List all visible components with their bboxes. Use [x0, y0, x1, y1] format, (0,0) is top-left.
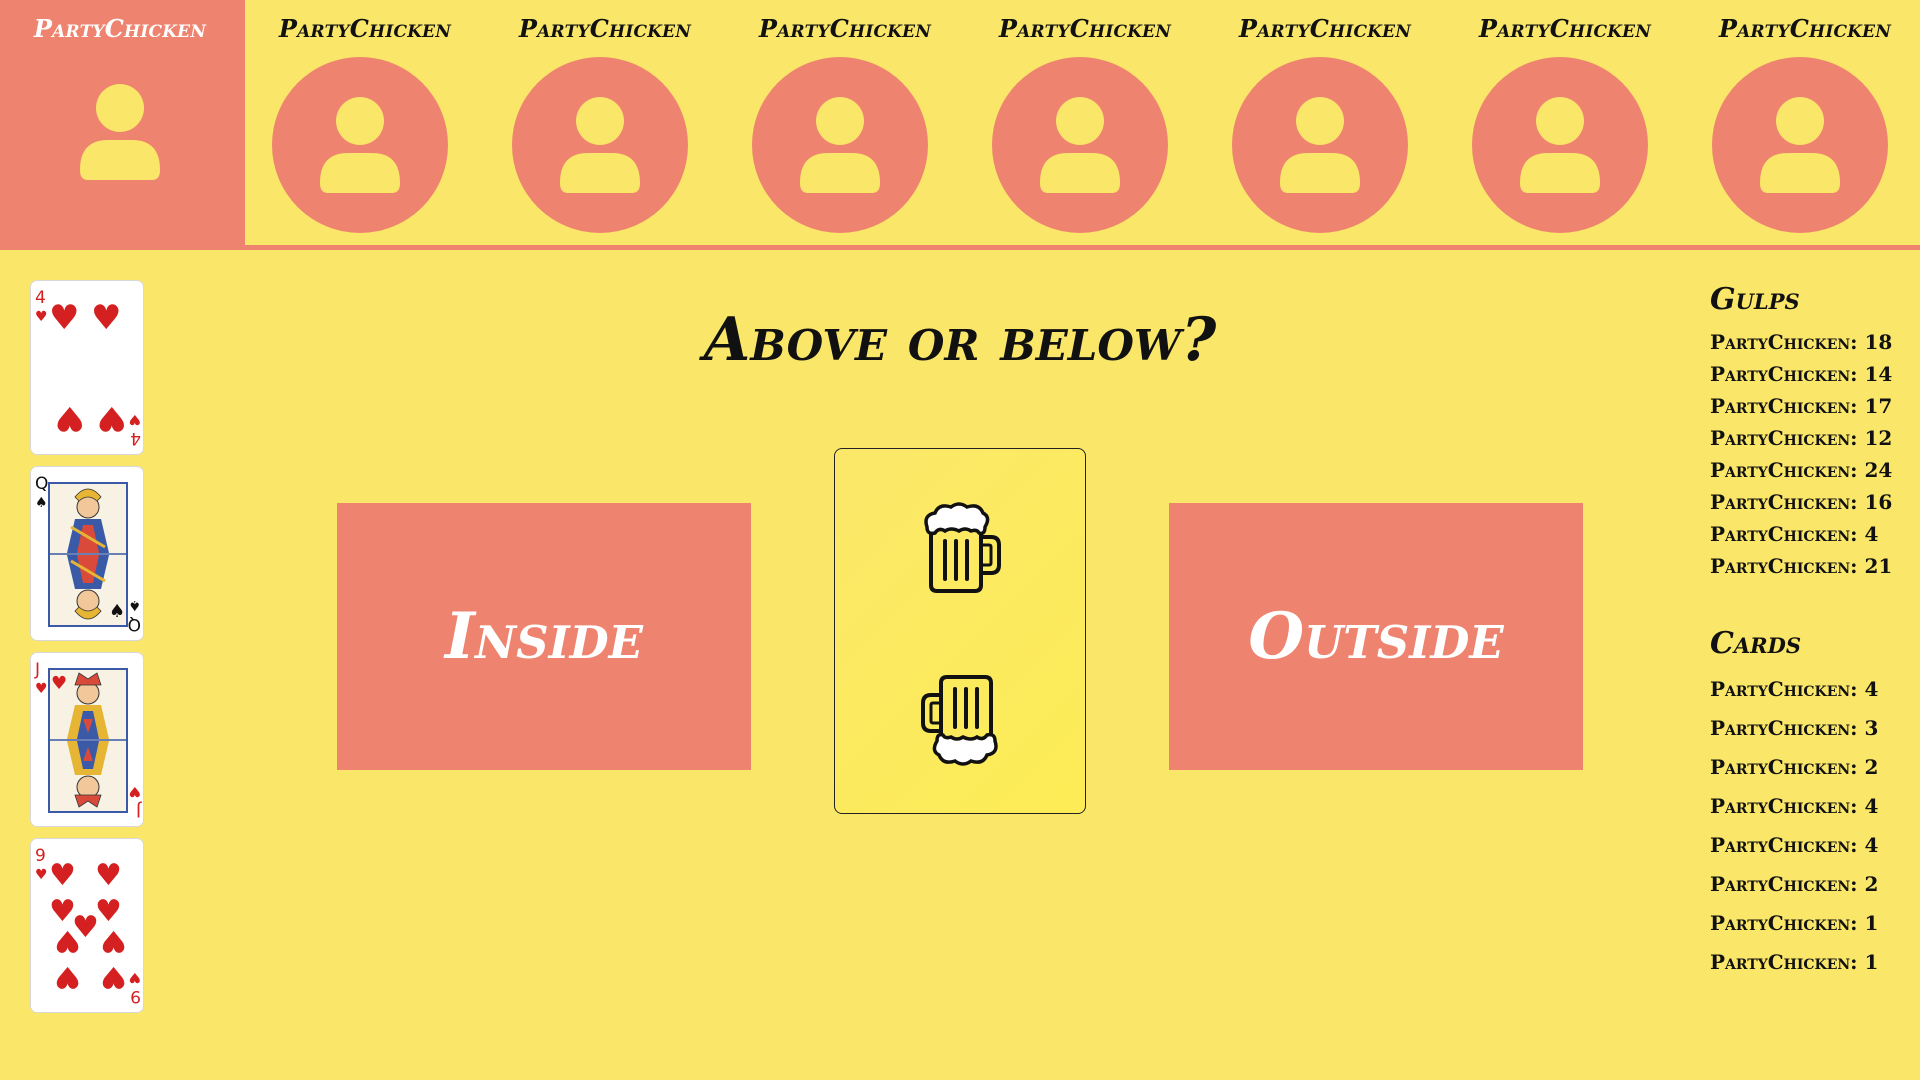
playing-card-4-hearts[interactable]: 4 ♥ ♥ ♥ ♥ ♥ 4 ♥: [30, 280, 144, 455]
gulps-heading: Gulps: [1710, 282, 1800, 317]
svg-text:♥: ♥: [35, 867, 48, 883]
svg-text:♥: ♥: [128, 969, 141, 985]
player-slot-6[interactable]: PartyChicken: [1205, 0, 1445, 245]
cards-row: PartyChicken: 2: [1710, 755, 1879, 779]
cards-row: PartyChicken: 2: [1710, 872, 1879, 896]
player-slot-1[interactable]: PartyChicken: [0, 0, 240, 245]
svg-text:J: J: [136, 800, 142, 820]
player-name: PartyChicken: [758, 14, 932, 43]
svg-text:♥: ♥: [55, 398, 85, 438]
svg-text:♥: ♥: [91, 298, 121, 338]
svg-text:♥: ♥: [100, 923, 127, 958]
gulps-row: PartyChicken: 12: [1710, 426, 1893, 450]
svg-text:Q: Q: [128, 614, 141, 634]
card-rank: 9: [35, 846, 46, 866]
svg-text:♥: ♥: [100, 959, 127, 994]
cards-heading: Cards: [1710, 626, 1801, 661]
user-avatar-icon: [512, 57, 688, 233]
gulps-row: PartyChicken: 4: [1710, 522, 1879, 546]
svg-text:♠: ♠: [35, 495, 48, 511]
svg-text:♥: ♥: [54, 959, 81, 994]
player-name: PartyChicken: [1718, 14, 1892, 43]
user-avatar-icon: [1232, 57, 1408, 233]
gulps-row: PartyChicken: 21: [1710, 554, 1893, 578]
svg-text:♥: ♥: [128, 411, 141, 427]
question-title: Above or below?: [703, 305, 1217, 375]
player-slot-4[interactable]: PartyChicken: [725, 0, 965, 245]
user-avatar-icon: [272, 57, 448, 233]
card-rank: J: [34, 660, 40, 680]
svg-text:♥: ♥: [54, 923, 81, 958]
player-slot-3[interactable]: PartyChicken: [485, 0, 725, 245]
gulps-row: PartyChicken: 17: [1710, 394, 1893, 418]
player-slot-2[interactable]: PartyChicken: [245, 0, 485, 245]
user-avatar-icon: [752, 57, 928, 233]
svg-text:♠: ♠: [128, 597, 141, 613]
player-name: PartyChicken: [33, 14, 207, 43]
svg-text:♥: ♥: [128, 783, 141, 799]
gulps-panel: Gulps PartyChicken: 18 PartyChicken: 14 …: [1710, 282, 1910, 582]
player-slot-8[interactable]: PartyChicken: [1685, 0, 1920, 245]
player-slot-7[interactable]: PartyChicken: [1445, 0, 1685, 245]
svg-text:♥: ♥: [49, 858, 76, 893]
svg-text:9: 9: [130, 986, 141, 1006]
svg-text:♥: ♥: [35, 681, 48, 697]
svg-text:♥: ♥: [35, 309, 48, 325]
beer-mug-icon: [924, 502, 1001, 593]
cards-panel: Cards PartyChicken: 4 PartyChicken: 3 Pa…: [1710, 626, 1910, 982]
cards-row: PartyChicken: 4: [1710, 833, 1879, 857]
user-avatar-icon: [1712, 57, 1888, 233]
outside-button[interactable]: Outside: [1169, 503, 1583, 770]
svg-text:4: 4: [130, 428, 141, 448]
svg-text:♠: ♠: [109, 601, 125, 622]
svg-text:♥: ♥: [51, 673, 67, 694]
inside-button[interactable]: Inside: [337, 503, 751, 770]
draw-card[interactable]: [834, 448, 1086, 814]
player-name: PartyChicken: [998, 14, 1172, 43]
user-avatar-icon: [992, 57, 1168, 233]
cards-row: PartyChicken: 4: [1710, 794, 1879, 818]
gulps-row: PartyChicken: 14: [1710, 362, 1893, 386]
playing-card-9-hearts[interactable]: 9 ♥ ♥ ♥ ♥ ♥ ♥ ♥ ♥ ♥ ♥ 9 ♥: [30, 838, 144, 1013]
player-name: PartyChicken: [518, 14, 692, 43]
cards-row: PartyChicken: 1: [1710, 950, 1879, 974]
cards-row: PartyChicken: 3: [1710, 716, 1879, 740]
svg-text:♥: ♥: [95, 858, 122, 893]
playing-card-q-spades[interactable]: Q ♠ Q ♠ ♠: [30, 466, 144, 641]
player-name: PartyChicken: [278, 14, 452, 43]
gulps-row: PartyChicken: 24: [1710, 458, 1893, 482]
player-name: PartyChicken: [1238, 14, 1412, 43]
cards-row: PartyChicken: 4: [1710, 677, 1879, 701]
svg-text:♥: ♥: [97, 398, 127, 438]
playing-card-j-hearts[interactable]: J ♥ J ♥ ♥: [30, 652, 144, 827]
gulps-row: PartyChicken: 16: [1710, 490, 1893, 514]
card-rank: Q: [35, 474, 48, 494]
gulps-row: PartyChicken: 18: [1710, 330, 1893, 354]
svg-text:♥: ♥: [49, 298, 79, 338]
player-name: PartyChicken: [1478, 14, 1652, 43]
card-rank: 4: [35, 288, 46, 308]
player-bar: PartyChicken PartyChicken PartyChicken P…: [0, 0, 1920, 250]
player-slot-5[interactable]: PartyChicken: [965, 0, 1205, 245]
beer-mug-upside-down-icon: [921, 675, 998, 766]
user-avatar-icon: [1472, 57, 1648, 233]
cards-row: PartyChicken: 1: [1710, 911, 1879, 935]
